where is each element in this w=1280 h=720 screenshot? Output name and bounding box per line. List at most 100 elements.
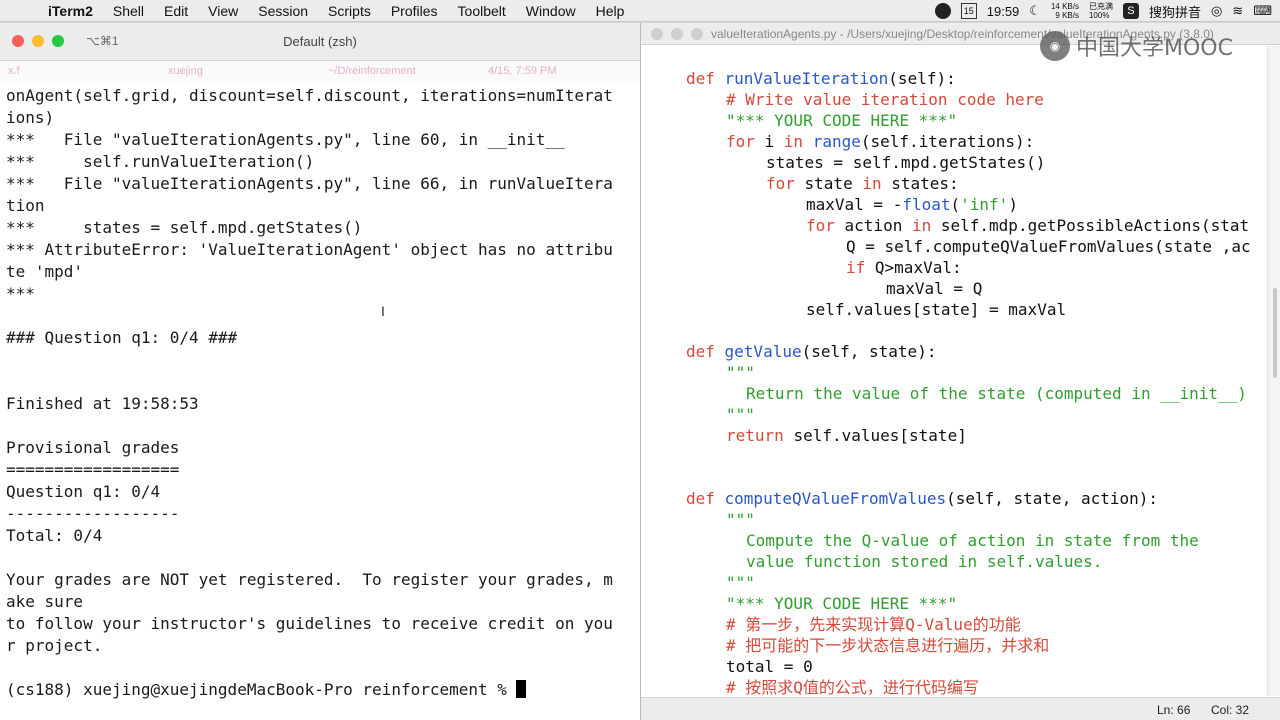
terminal-line: *** xyxy=(6,284,35,303)
terminal-line: *** File "valueIterationAgents.py", line… xyxy=(6,130,565,149)
ime-label[interactable]: 搜狗拼音 xyxy=(1149,2,1201,21)
code-token: if xyxy=(846,258,875,277)
code-token: getValue xyxy=(724,342,802,361)
code-line: """ xyxy=(726,362,755,383)
code-token: computeQValueFromValues xyxy=(724,489,947,508)
network-speed[interactable]: 14 KB/s 9 KB/s xyxy=(1051,2,1079,20)
editor-scrollbar[interactable] xyxy=(1267,46,1280,696)
terminal-line: Your grades are NOT yet registered. To r… xyxy=(6,570,613,589)
code-line: "*** YOUR CODE HERE ***" xyxy=(726,593,957,614)
code-token: "*** YOUR CODE HERE ***" xyxy=(726,111,958,130)
terminal-output[interactable]: onAgent(self.grid, discount=self.discoun… xyxy=(0,83,640,720)
code-token: # Write value iteration code here xyxy=(726,90,1044,109)
code-token: (self.iterations): xyxy=(860,132,1035,151)
code-token: """ xyxy=(726,405,755,424)
code-line: for i in range(self.iterations): xyxy=(726,131,1034,152)
keyboard-icon[interactable]: ⌨ xyxy=(1253,3,1272,19)
terminal-line: *** self.runValueIteration() xyxy=(6,152,315,171)
code-token: action xyxy=(844,216,912,235)
vpn-icon[interactable]: ◎ xyxy=(1211,3,1222,19)
terminal-line: *** states = self.mpd.getStates() xyxy=(6,218,363,237)
status-line-number: Ln: 66 xyxy=(1157,703,1191,717)
editor-zoom-button[interactable] xyxy=(691,28,703,40)
terminal-line: ### Question q1: 0/4 ### xyxy=(6,328,238,347)
terminal-window: ⌥⌘1 Default (zsh) x.f xuejing ~/D/reinfo… xyxy=(0,23,640,720)
code-token: (self, state): xyxy=(801,342,937,361)
code-token: states: xyxy=(891,174,959,193)
scrollbar-thumb[interactable] xyxy=(1273,288,1277,378)
code-line: value function stored in self.values. xyxy=(746,551,1102,572)
code-line: self.values[state] = maxVal xyxy=(806,299,1066,320)
code-token: maxVal = - xyxy=(806,195,903,214)
recorder-icon[interactable] xyxy=(934,3,951,19)
status-directory: ~/D/reinforcement xyxy=(328,65,416,77)
battery-status: 已充满 xyxy=(1088,2,1113,11)
code-token: self.values[state] xyxy=(793,426,967,445)
code-line: "*** YOUR CODE HERE ***" xyxy=(726,110,957,131)
code-line: states = self.mpd.getStates() xyxy=(766,152,1045,173)
code-token: states = self.mpd.getStates() xyxy=(766,153,1046,172)
code-token: Compute the Q-value of action in state f… xyxy=(746,531,1199,550)
menu-app-name[interactable]: iTerm2 xyxy=(38,3,103,19)
terminal-titlebar[interactable]: ⌥⌘1 Default (zsh) xyxy=(0,23,640,61)
terminal-line: Provisional grades xyxy=(6,438,180,457)
code-token: # 按照求Q值的公式，进行代码编写 xyxy=(726,678,979,696)
code-token: for xyxy=(806,216,845,235)
menu-scripts[interactable]: Scripts xyxy=(318,3,381,19)
menu-shell[interactable]: Shell xyxy=(103,3,154,19)
code-line: maxVal = Q xyxy=(886,278,982,299)
code-token: in xyxy=(862,174,892,193)
code-line: def getValue(self, state): xyxy=(686,341,936,362)
status-column-number: Col: 32 xyxy=(1211,703,1250,717)
code-token: """ xyxy=(726,363,755,382)
code-token: for xyxy=(726,132,765,151)
net-up-speed: 14 KB/s xyxy=(1050,2,1079,11)
watermark-text: 中国大学MOOC xyxy=(1076,36,1233,61)
code-token: in xyxy=(911,216,941,235)
code-line: # Write value iteration code here xyxy=(726,89,1044,110)
terminal-line: *** AttributeError: 'ValueIterationAgent… xyxy=(6,240,613,259)
menu-profiles[interactable]: Profiles xyxy=(381,3,448,19)
calendar-icon[interactable]: 15 xyxy=(960,3,977,19)
terminal-line: *** File "valueIterationAgents.py", line… xyxy=(6,174,613,193)
code-token: # 把可能的下一步状态信息进行遍历，并求和 xyxy=(726,636,1050,655)
code-line: Compute the Q-value of action in state f… xyxy=(746,530,1199,551)
terminal-line: ================== xyxy=(6,460,180,479)
code-token: self.values[state] = maxVal xyxy=(806,300,1067,319)
editor-minimize-button[interactable] xyxy=(671,28,683,40)
menu-session[interactable]: Session xyxy=(248,3,318,19)
menu-toolbelt[interactable]: Toolbelt xyxy=(448,3,516,19)
menu-help[interactable]: Help xyxy=(586,3,635,19)
editor-close-button[interactable] xyxy=(651,28,663,40)
code-token: def xyxy=(686,489,725,508)
code-line: def runValueIteration(self): xyxy=(686,68,956,89)
terminal-line: te 'mpd' xyxy=(6,262,84,281)
terminal-line: to follow your instructor's guidelines t… xyxy=(6,614,613,633)
code-editor[interactable]: def runValueIteration(self): # Write valu… xyxy=(641,46,1267,696)
code-token: def xyxy=(686,69,725,88)
menu-view[interactable]: View xyxy=(198,3,248,19)
sogou-icon[interactable]: S xyxy=(1122,3,1139,19)
code-token: (self): xyxy=(888,69,956,88)
code-token: total = 0 xyxy=(726,657,813,676)
menu-edit[interactable]: Edit xyxy=(154,3,198,19)
wifi-icon[interactable]: ≋ xyxy=(1232,3,1243,19)
code-token: 'inf' xyxy=(960,195,1009,214)
shell-prompt: (cs188) xuejing@xuejingdeMacBook-Pro rei… xyxy=(6,680,517,699)
battery-indicator[interactable]: 已充满 100% xyxy=(1089,2,1113,20)
moon-icon[interactable]: ☾ xyxy=(1029,3,1041,19)
terminal-line: onAgent(self.grid, discount=self.discoun… xyxy=(6,86,613,105)
code-line: # 第一步，先来实现计算Q-Value的功能 xyxy=(726,614,1021,635)
menu-window[interactable]: Window xyxy=(516,3,586,19)
code-line: for state in states: xyxy=(766,173,959,194)
menu-clock[interactable]: 19:59 xyxy=(987,4,1020,19)
terminal-line: ------------------ xyxy=(6,504,180,523)
code-line: Return the value of the state (computed … xyxy=(746,383,1247,404)
code-token: state xyxy=(804,174,863,193)
code-token: for xyxy=(766,174,805,193)
code-token: ) xyxy=(1008,195,1018,214)
code-token: def xyxy=(686,342,725,361)
code-token: runValueIteration xyxy=(724,69,889,88)
code-line: # 把可能的下一步状态信息进行遍历，并求和 xyxy=(726,635,1049,656)
cursor-container xyxy=(516,679,527,701)
